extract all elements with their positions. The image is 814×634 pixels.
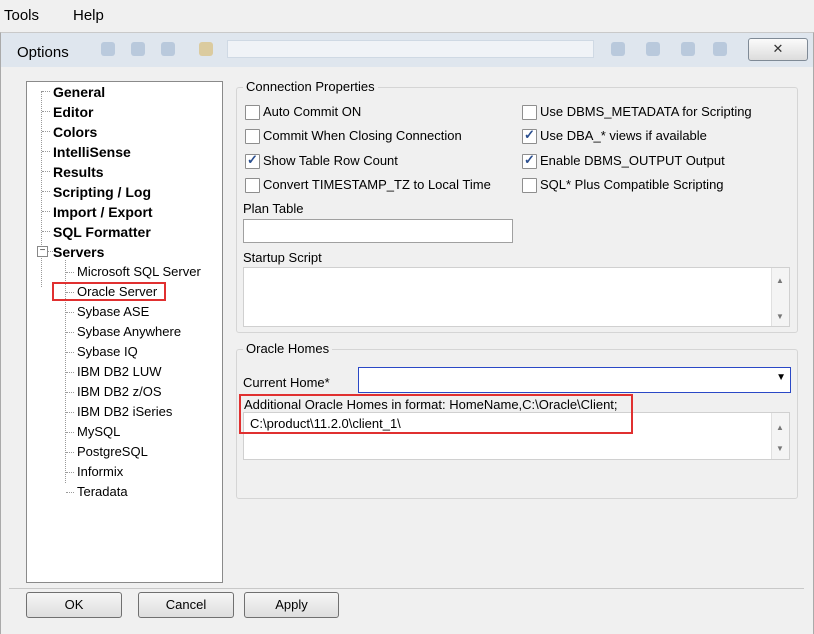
tree-item-servers[interactable]: Servers <box>53 242 104 262</box>
tree-item-sybase-anywhere[interactable]: Sybase Anywhere <box>77 322 181 342</box>
dbms-metadata-checkbox[interactable] <box>522 105 537 120</box>
tree-item-scripting-log[interactable]: Scripting / Log <box>53 182 151 202</box>
tree-item-intellisense[interactable]: IntelliSense <box>53 142 131 162</box>
current-home-label: Current Home* <box>243 375 330 390</box>
dbms-output-label: Enable DBMS_OUTPUT Output <box>540 153 725 168</box>
auto-commit-checkbox[interactable] <box>245 105 260 120</box>
tree-item-colors[interactable]: Colors <box>53 122 97 142</box>
scroll-down-icon: ▼ <box>776 312 784 321</box>
tree-item-postgresql[interactable]: PostgreSQL <box>77 442 148 462</box>
apply-button[interactable]: Apply <box>244 592 339 618</box>
scroll-up-icon: ▲ <box>776 276 784 285</box>
tree-item-sybase-iq[interactable]: Sybase IQ <box>77 342 138 362</box>
tree-item-microsoft-sql-server[interactable]: Microsoft SQL Server <box>77 262 201 282</box>
oracle-homes-group: Oracle Homes Current Home* ▼ Additional … <box>236 341 798 499</box>
options-dialog: Options ✕ General Editor Colors IntelliS… <box>0 32 814 634</box>
tree-item-results[interactable]: Results <box>53 162 104 182</box>
oracle-homes-title: Oracle Homes <box>243 341 333 356</box>
convert-timestamp-checkbox[interactable] <box>245 178 260 193</box>
tree-item-import-export[interactable]: Import / Export <box>53 202 153 222</box>
menu-help[interactable]: Help <box>73 7 104 24</box>
connection-properties-title: Connection Properties <box>243 79 378 94</box>
commit-closing-label: Commit When Closing Connection <box>263 128 462 143</box>
tree-item-ibm-db2-zos[interactable]: IBM DB2 z/OS <box>77 382 162 402</box>
sqlplus-checkbox[interactable] <box>522 178 537 193</box>
tree-item-sql-formatter[interactable]: SQL Formatter <box>53 222 151 242</box>
current-home-select[interactable]: ▼ <box>358 367 791 393</box>
connection-properties-group: Connection Properties Auto Commit ON Com… <box>236 79 798 333</box>
dropdown-arrow-icon: ▼ <box>776 372 786 383</box>
dba-views-checkbox[interactable] <box>522 127 537 144</box>
show-row-count-label: Show Table Row Count <box>263 153 398 168</box>
close-icon: ✕ <box>772 41 784 56</box>
additional-homes-scrollbar[interactable]: ▲ ▼ <box>771 413 789 459</box>
cancel-button[interactable]: Cancel <box>138 592 234 618</box>
tree-item-ibm-db2-luw[interactable]: IBM DB2 LUW <box>77 362 162 382</box>
startup-script-label: Startup Script <box>243 250 322 265</box>
highlight-box <box>239 394 633 434</box>
toolbar-icon <box>611 42 625 56</box>
toolbar-icon <box>713 42 727 56</box>
show-row-count-checkbox[interactable] <box>245 152 260 169</box>
tree-item-informix[interactable]: Informix <box>77 462 123 482</box>
dba-views-label: Use DBA_* views if available <box>540 128 707 143</box>
sqlplus-label: SQL* Plus Compatible Scripting <box>540 177 724 192</box>
startup-scrollbar[interactable]: ▲ ▼ <box>771 268 789 326</box>
options-tree: General Editor Colors IntelliSense Resul… <box>26 81 223 583</box>
toolbar-combo <box>227 40 594 58</box>
toolbar-icon <box>681 42 695 56</box>
tree-item-editor[interactable]: Editor <box>53 102 93 122</box>
menu-bar: Tools Help <box>0 0 814 32</box>
close-button[interactable]: ✕ <box>748 38 808 61</box>
toolbar-icon <box>199 42 213 56</box>
dialog-titlebar: Options ✕ <box>1 33 813 67</box>
tree-item-general[interactable]: General <box>53 82 105 102</box>
collapse-icon[interactable]: − <box>37 246 48 257</box>
toolbar-icon <box>646 42 660 56</box>
dbms-metadata-label: Use DBMS_METADATA for Scripting <box>540 104 752 119</box>
tree-item-sybase-ase[interactable]: Sybase ASE <box>77 302 149 322</box>
convert-timestamp-label: Convert TIMESTAMP_TZ to Local Time <box>263 177 491 192</box>
background-toolbar <box>91 38 736 60</box>
tree-item-teradata[interactable]: Teradata <box>77 482 128 502</box>
plan-table-label: Plan Table <box>243 201 304 216</box>
ok-button[interactable]: OK <box>26 592 122 618</box>
dialog-title: Options <box>17 44 69 61</box>
tree-item-mysql[interactable]: MySQL <box>77 422 120 442</box>
dialog-client: General Editor Colors IntelliSense Resul… <box>11 71 801 587</box>
auto-commit-label: Auto Commit ON <box>263 104 362 119</box>
tree-item-ibm-db2-iseries[interactable]: IBM DB2 iSeries <box>77 402 172 422</box>
toolbar-icon <box>101 42 115 56</box>
button-separator <box>9 588 804 589</box>
commit-closing-checkbox[interactable] <box>245 129 260 144</box>
toolbar-icon <box>161 42 175 56</box>
scroll-down-icon: ▼ <box>776 444 784 453</box>
highlight-box <box>52 282 166 301</box>
toolbar-icon <box>131 42 145 56</box>
dbms-output-checkbox[interactable] <box>522 152 537 169</box>
plan-table-input[interactable] <box>243 219 513 243</box>
startup-script-textarea[interactable]: ▲ ▼ <box>243 267 790 327</box>
scroll-up-icon: ▲ <box>776 423 784 432</box>
menu-tools[interactable]: Tools <box>4 7 39 24</box>
